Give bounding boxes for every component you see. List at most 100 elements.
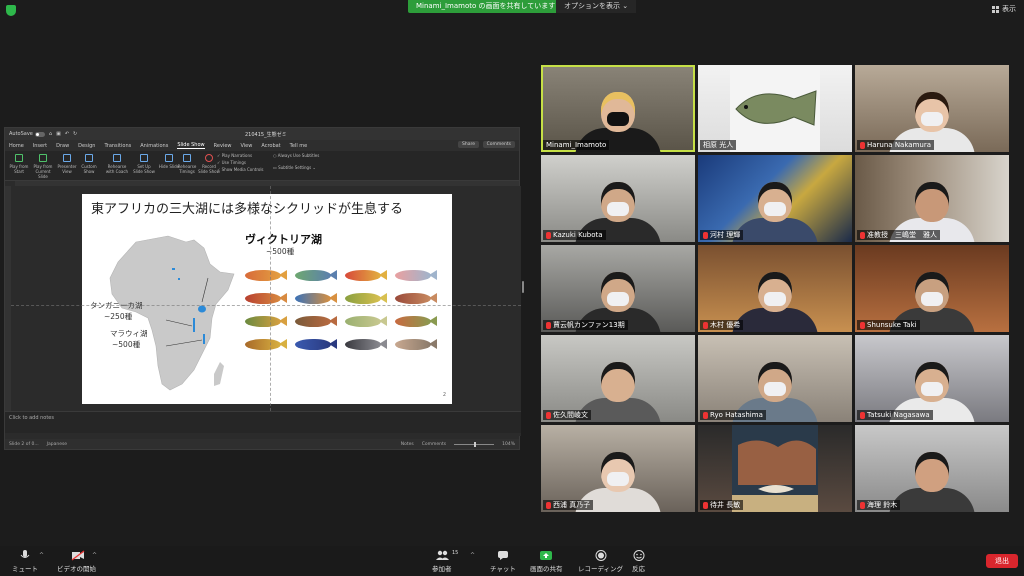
ribbon-rehearse-timings-button[interactable]: Rehearse Timings	[175, 154, 199, 174]
view-options-label: オプションを表示	[564, 2, 620, 10]
participant-name: Kazuki Kubota	[553, 231, 603, 239]
participant-tile[interactable]: 相原 光人	[698, 65, 852, 152]
slideshow-icon	[183, 154, 191, 162]
cichlid-fish-image	[243, 313, 289, 330]
participant-tile[interactable]: Tatsuki Nagasawa	[855, 335, 1009, 422]
participants-button[interactable]: 参加者	[432, 550, 452, 573]
zoom-slider[interactable]	[454, 441, 495, 447]
security-shield-icon[interactable]	[6, 5, 16, 16]
ribbon-set-up-slide-show-button[interactable]: Set Up Slide Show	[132, 154, 156, 174]
ribbon-record-slide-show-button[interactable]: Record Slide Show	[197, 154, 221, 174]
participant-tile[interactable]: 賈云帆カンファン13期	[541, 245, 695, 332]
ppt-tab-design[interactable]: Design	[78, 143, 95, 149]
lake-malawi	[203, 334, 205, 344]
participant-tile[interactable]: Shunsuke Taki	[855, 245, 1009, 332]
participant-tile[interactable]: Ryo Hatashima	[698, 335, 852, 422]
lake-tanganyika	[193, 318, 195, 332]
participant-tile[interactable]: 木村 優希	[698, 245, 852, 332]
malawi-lake-label: マラウィ湖	[110, 329, 148, 338]
check-show-media-controls[interactable]: ✓ Show Media Controls	[217, 167, 264, 172]
check-play-narrations[interactable]: ✓ Play Narrations	[217, 153, 252, 158]
participant-name-tag: 河村 理輝	[700, 230, 744, 240]
display-label: 表示	[1002, 5, 1016, 13]
mic-muted-icon	[546, 231, 551, 239]
mute-button[interactable]: ミュート	[12, 550, 38, 573]
participant-tile[interactable]: Minami_Imamoto	[541, 65, 695, 152]
participant-tile[interactable]: 佐久間崚文	[541, 335, 695, 422]
participant-tile[interactable]: 待井 長敏	[698, 425, 852, 512]
chevron-up-icon[interactable]: ^	[470, 552, 475, 559]
ppt-tab-view[interactable]: View	[240, 143, 252, 149]
check-use-timings[interactable]: ✓ Use Timings	[217, 160, 246, 165]
slideshow-icon	[63, 154, 71, 162]
tanganyika-lake-label: タンガニーカ湖	[90, 301, 143, 310]
share-screen-button[interactable]: 画面の共有	[530, 550, 563, 573]
save-icon[interactable]: ▣	[56, 131, 61, 137]
participant-tile[interactable]: 河村 理輝	[698, 155, 852, 242]
home-icon[interactable]: ⌂	[49, 131, 52, 137]
participant-tile[interactable]: Haruna Nakamura	[855, 65, 1009, 152]
ppt-share-button[interactable]: Share	[458, 141, 479, 148]
cichlid-fish-image	[293, 336, 339, 353]
mic-muted-icon	[703, 501, 708, 509]
participant-tile[interactable]: Kazuki Kubota	[541, 155, 695, 242]
mic-muted-icon	[546, 411, 551, 419]
status-comments-button[interactable]: Comments	[422, 442, 446, 447]
ppt-tab-acrobat[interactable]: Acrobat	[261, 143, 280, 149]
participant-name-tag: 待井 長敏	[700, 500, 744, 510]
subtitle-settings-button[interactable]: ▭ Subtitle Settings ⌄	[273, 165, 316, 170]
ppt-tab-home[interactable]: Home	[9, 143, 24, 149]
ppt-comments-button[interactable]: Comments	[482, 141, 515, 148]
ppt-tab-draw[interactable]: Draw	[56, 143, 69, 149]
notes-placeholder: Click to add notes	[9, 415, 54, 421]
ribbon-button-label: Set Up Slide Show	[133, 164, 155, 174]
record-button[interactable]: レコーディング	[578, 550, 623, 573]
smiley-icon	[633, 550, 645, 561]
ribbon-button-label: Play from Start	[9, 164, 29, 174]
participant-name-tag: 相原 光人	[700, 140, 737, 150]
zoom-window: Minami_Imamoto の画面を共有しています オプションを表示 ⌄ 表示…	[0, 0, 1024, 576]
chevron-up-icon[interactable]: ^	[92, 552, 97, 559]
ruler-vertical	[5, 186, 11, 411]
mic-muted-icon	[860, 321, 865, 329]
ppt-tab-slide-show[interactable]: Slide Show	[177, 142, 205, 149]
ribbon-play-from-start-button[interactable]: Play from Start	[7, 154, 31, 174]
start-video-button[interactable]: ビデオの開始	[57, 550, 96, 573]
participant-tile[interactable]: 海理 鈴木	[855, 425, 1009, 512]
ppt-tab-insert[interactable]: Insert	[33, 143, 47, 149]
splitter-handle[interactable]	[522, 281, 524, 293]
ppt-status-bar: Slide 2 of 0... Japanese Notes Comments …	[5, 439, 519, 449]
ribbon-rehearse-with-coach-button[interactable]: Rehearse with Coach	[105, 154, 129, 174]
participant-tile[interactable]: 准教授 三嶋堂 雅人	[855, 155, 1009, 242]
shared-screen-powerpoint[interactable]: AutoSave ⌂ ▣ ↶ ↻ 210415_生態ゼミ Home Insert D…	[4, 127, 521, 450]
ribbon-custom-show-button[interactable]: Custom Show	[77, 154, 101, 174]
chevron-up-icon[interactable]: ^	[39, 552, 44, 559]
ribbon-presenter-view-button[interactable]: Presenter View	[55, 154, 79, 174]
mic-muted-icon	[860, 501, 865, 509]
view-options-button[interactable]: オプションを表示 ⌄	[556, 0, 637, 13]
undo-icon[interactable]: ↶	[65, 131, 69, 137]
leave-meeting-button[interactable]: 退出	[986, 554, 1018, 568]
notes-pane[interactable]: Click to add notes	[5, 411, 521, 433]
ribbon-play-from-current-slide-button[interactable]: Play from Current Slide	[31, 154, 55, 179]
participant-name: Shunsuke Taki	[867, 321, 917, 329]
check-always-use-subtitles[interactable]: ○ Always Use Subtitles	[273, 153, 319, 158]
reactions-button[interactable]: 反応	[632, 550, 645, 573]
ppt-tab-transitions[interactable]: Transitions	[104, 143, 131, 149]
slideshow-icon	[113, 154, 121, 162]
status-notes-button[interactable]: Notes	[401, 442, 414, 447]
slide[interactable]: 東アフリカの三大湖には多様なシクリッドが生息する ヴィクトリア湖 ~500種 タ…	[82, 194, 452, 404]
gallery-grid-icon	[992, 5, 999, 13]
participant-name: 待井 長敏	[710, 501, 741, 509]
participant-tile[interactable]: 西浦 真乃子	[541, 425, 695, 512]
display-button[interactable]: 表示	[992, 4, 1016, 14]
ppt-tab-review[interactable]: Review	[214, 143, 232, 149]
autosave-toggle[interactable]: AutoSave	[9, 131, 45, 137]
meeting-toolbar: ミュート ^ ビデオの開始 ^ 参加者 15 ^ チャット 画面の共有 レコーデ…	[0, 546, 1024, 576]
ppt-tab-animations[interactable]: Animations	[140, 143, 168, 149]
chat-button[interactable]: チャット	[490, 550, 516, 573]
redo-icon[interactable]: ↻	[73, 131, 77, 137]
chevron-down-icon: ⌄	[622, 2, 629, 10]
slide-title: 東アフリカの三大湖には多様なシクリッドが生息する	[91, 202, 404, 217]
ppt-tab-tell-me[interactable]: Tell me	[290, 143, 308, 149]
